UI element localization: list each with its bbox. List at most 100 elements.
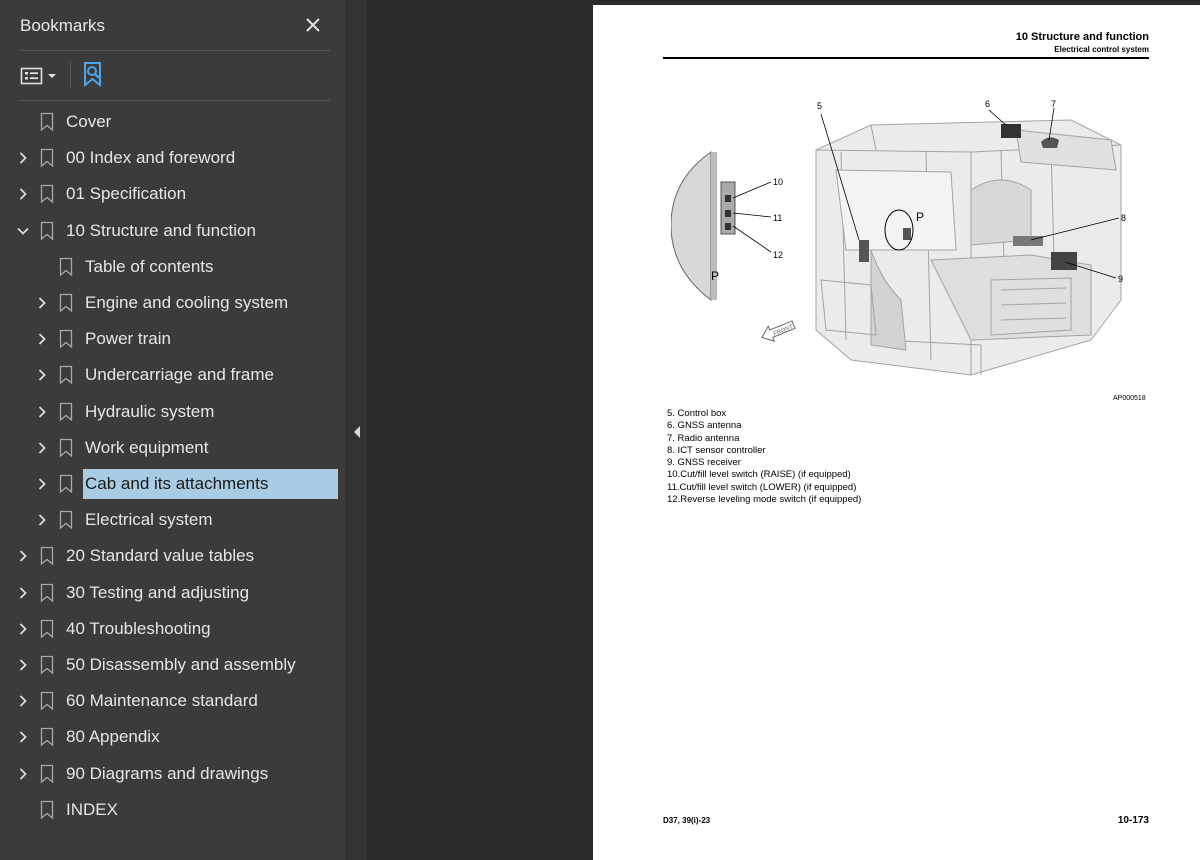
bookmark-label: INDEX (66, 799, 118, 819)
chevron-right-icon[interactable] (34, 404, 50, 420)
chevron-right-icon[interactable] (34, 295, 50, 311)
divider (20, 50, 330, 51)
bookmark-label: Electrical system (85, 510, 213, 530)
bookmark-icon (40, 764, 54, 784)
view-label-p: P (711, 269, 719, 283)
toolbar-separator (70, 61, 71, 89)
bookmark-label: Undercarriage and frame (85, 365, 274, 385)
callout-12: 12 (773, 250, 783, 260)
legend-item: 5. Control box (667, 408, 727, 419)
bookmark-icon (40, 655, 54, 675)
bookmark-icon (40, 184, 54, 204)
find-bookmark-button[interactable] (80, 60, 108, 90)
bookmark-icon (59, 510, 73, 530)
chevron-right-icon[interactable] (15, 729, 31, 745)
callout-6: 6 (985, 99, 990, 109)
chevron-right-icon[interactable] (34, 331, 50, 347)
figure-code: AP000518 (1113, 395, 1146, 402)
bookmark-options-button[interactable] (20, 63, 64, 89)
bookmark-icon (40, 112, 54, 132)
chevron-right-icon[interactable] (15, 150, 31, 166)
bookmark-icon (40, 727, 54, 747)
bookmark-icon (40, 221, 54, 241)
document-page: 10 Structure and function Electrical con… (593, 5, 1200, 860)
bookmark-icon (59, 438, 73, 458)
chevron-right-icon[interactable] (15, 548, 31, 564)
chevron-right-icon[interactable] (15, 585, 31, 601)
bookmark-item[interactable]: Cab and its attachments (0, 469, 345, 499)
bookmark-item[interactable]: Electrical system (0, 505, 345, 535)
bookmark-item[interactable]: 40 Troubleshooting (0, 614, 345, 644)
bookmark-icon (40, 691, 54, 711)
bookmark-item[interactable]: Table of contents (0, 252, 345, 282)
chevron-down-icon[interactable] (15, 223, 31, 239)
chevron-right-icon[interactable] (15, 766, 31, 782)
bookmark-label: 10 Structure and function (66, 220, 256, 240)
panel-title: Bookmarks (20, 16, 106, 35)
bookmark-icon (40, 800, 54, 820)
bookmark-item[interactable]: 10 Structure and function (0, 216, 345, 246)
bookmark-label: 80 Appendix (66, 727, 160, 747)
parts-legend: 5. Control box 6. GNSS antenna 7. Radio an… (667, 408, 861, 506)
chevron-left-icon (354, 426, 360, 438)
legend-item: 11.Cut/fill level switch (LOWER) (if equ… (667, 481, 857, 493)
chevron-right-icon[interactable] (34, 476, 50, 492)
bookmarks-panel: Bookmarks Cover 00 Index and foreword 01 S… (0, 0, 345, 860)
bookmark-icon (59, 402, 73, 422)
bookmark-item[interactable]: 20 Standard value tables (0, 541, 345, 571)
bookmark-icon (59, 257, 73, 277)
bookmark-item[interactable]: 30 Testing and adjusting (0, 578, 345, 608)
bookmark-icon (59, 365, 73, 385)
bookmark-label: Engine and cooling system (85, 293, 289, 312)
callout-9: 9 (1118, 274, 1123, 284)
bookmark-label: Cab and its attachments (83, 469, 338, 499)
bookmark-label: 30 Testing and adjusting (66, 582, 250, 602)
view-marker-p: P (916, 210, 924, 224)
callout-10: 10 (773, 177, 783, 187)
legend-item: 12.Reverse leveling mode switch (if equi… (667, 494, 862, 506)
bookmark-label: Work equipment (85, 437, 209, 457)
bookmark-item[interactable]: 60 Maintenance standard (0, 686, 345, 716)
callout-5: 5 (817, 101, 822, 111)
header-rule (663, 57, 1149, 59)
bookmark-label: Cover (66, 112, 112, 131)
bookmark-item[interactable]: 00 Index and foreword (0, 143, 345, 173)
bookmark-item[interactable]: 50 Disassembly and assembly (0, 650, 345, 680)
list-options-icon (20, 67, 43, 85)
page-header-title: 10 Structure and function (1015, 31, 1149, 43)
bookmark-item[interactable]: 90 Diagrams and drawings (0, 759, 345, 789)
chevron-right-icon[interactable] (15, 693, 31, 709)
collapse-panel-button[interactable] (351, 424, 363, 440)
legend-item: 7. Radio antenna (667, 432, 740, 444)
bookmark-item[interactable]: INDEX (0, 795, 345, 825)
chevron-down-icon (48, 74, 56, 78)
bookmark-item[interactable]: Hydraulic system (0, 397, 345, 427)
bookmark-item[interactable]: 80 Appendix (0, 722, 345, 752)
cab-diagram: 10 11 12 P P 5 6 7 8 9 FRONT (671, 99, 1126, 376)
bookmark-item[interactable]: Cover (0, 107, 345, 137)
chevron-right-icon[interactable] (34, 367, 50, 383)
bookmark-item[interactable]: Engine and cooling system (0, 288, 345, 318)
callout-7: 7 (1051, 99, 1056, 109)
bookmark-label: 90 Diagrams and drawings (66, 763, 269, 783)
legend-item: 6. GNSS antenna (667, 420, 742, 432)
close-icon[interactable] (300, 12, 326, 38)
callout-8: 8 (1121, 213, 1126, 223)
chevron-right-icon[interactable] (15, 186, 31, 202)
chevron-right-icon[interactable] (15, 621, 31, 637)
find-bookmark-icon (84, 62, 101, 88)
chevron-right-icon[interactable] (34, 440, 50, 456)
bookmark-item[interactable]: Undercarriage and frame (0, 360, 345, 390)
bookmark-item[interactable]: Power train (0, 324, 345, 354)
chevron-right-icon[interactable] (15, 657, 31, 673)
divider (20, 100, 330, 101)
bookmark-item[interactable]: 01 Specification (0, 179, 345, 209)
bookmark-icon (40, 583, 54, 603)
chevron-right-icon[interactable] (34, 512, 50, 528)
bookmark-label: Hydraulic system (85, 401, 215, 421)
bookmark-label: 20 Standard value tables (66, 546, 255, 566)
bookmark-item[interactable]: Work equipment (0, 433, 345, 463)
bookmark-label: 00 Index and foreword (66, 148, 236, 168)
bookmark-label: 50 Disassembly and assembly (66, 655, 296, 674)
front-arrow: FRONT (761, 320, 796, 342)
